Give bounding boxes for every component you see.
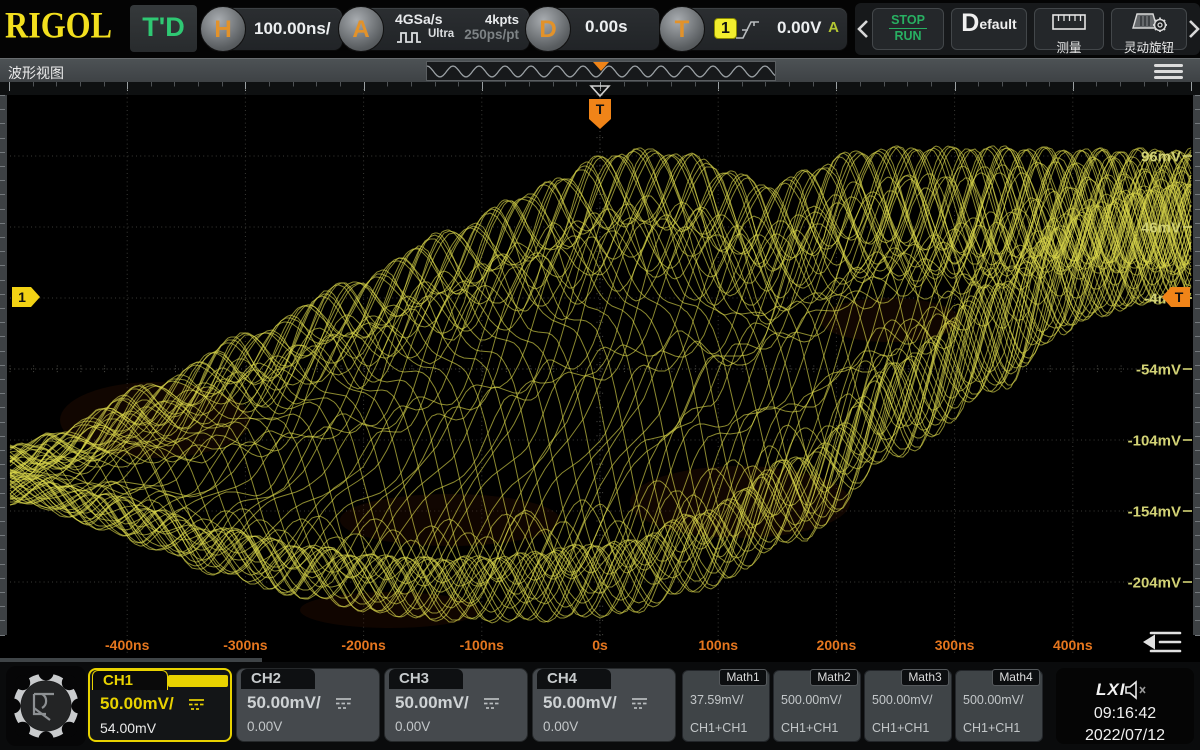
- svg-text:-200ns: -200ns: [341, 637, 386, 653]
- svg-text:T: T: [1175, 289, 1184, 305]
- svg-text:-104mV: -104mV: [1128, 433, 1181, 450]
- svg-text:1: 1: [18, 289, 26, 305]
- svg-text:200ns: 200ns: [817, 637, 857, 653]
- svg-text:96mV: 96mV: [1141, 149, 1181, 166]
- svg-text:300ns: 300ns: [935, 637, 975, 653]
- svg-text:-400ns: -400ns: [105, 637, 150, 653]
- svg-text:400ns: 400ns: [1053, 637, 1093, 653]
- svg-text:-154mV: -154mV: [1128, 504, 1181, 521]
- svg-text:-300ns: -300ns: [223, 637, 268, 653]
- svg-text:0s: 0s: [592, 637, 608, 653]
- svg-text:100ns: 100ns: [698, 637, 738, 653]
- svg-text:-100ns: -100ns: [460, 637, 505, 653]
- svg-text:T: T: [596, 101, 605, 117]
- svg-text:46mV: 46mV: [1141, 220, 1181, 237]
- svg-text:-54mV: -54mV: [1136, 362, 1181, 379]
- svg-text:-204mV: -204mV: [1128, 575, 1181, 592]
